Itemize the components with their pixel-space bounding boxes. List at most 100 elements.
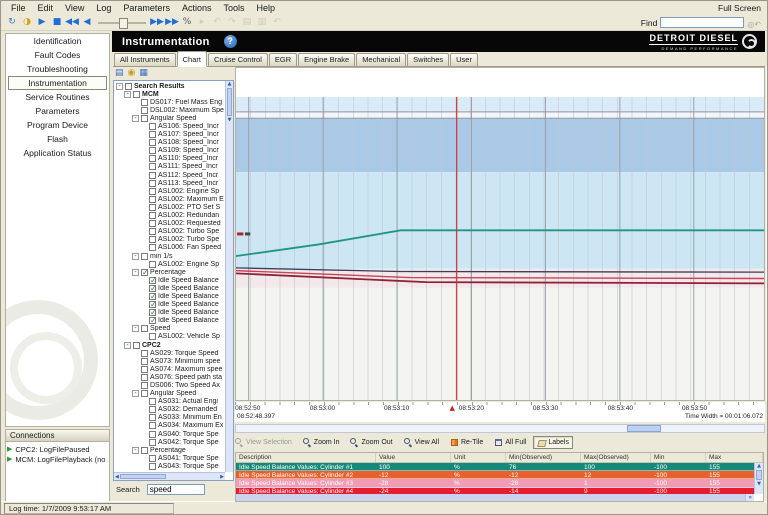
checkbox[interactable] <box>149 285 156 292</box>
checkbox[interactable] <box>149 277 156 284</box>
tree-item[interactable]: DS017: Fuel Mass Eng <box>114 98 225 106</box>
playback-speed-icon[interactable]: % <box>180 16 194 29</box>
tree-item[interactable]: ASL002: PTO Set S <box>114 203 225 211</box>
sidebar-item-instrumentation[interactable]: Instrumentation <box>8 76 107 90</box>
checkbox[interactable] <box>149 228 156 235</box>
tree-item[interactable]: AS033: Minimum En <box>114 414 225 422</box>
checkbox[interactable] <box>149 180 156 187</box>
undo-icon[interactable]: ↶ <box>270 16 284 29</box>
tree-horizontal-scrollbar[interactable]: ◀▶ <box>114 472 225 480</box>
checkbox[interactable] <box>141 374 148 381</box>
chart-plot[interactable] <box>236 97 764 400</box>
checkbox[interactable] <box>149 204 156 211</box>
checkbox[interactable] <box>149 317 156 324</box>
table-row[interactable]: Idle Speed Balance Values: Cylinder #2 -… <box>236 471 754 479</box>
checkbox[interactable] <box>141 269 148 276</box>
checkbox[interactable] <box>149 196 156 203</box>
checkbox[interactable] <box>141 325 148 332</box>
copy-chart-icon[interactable]: ▤ <box>115 68 124 79</box>
sidebar-item-fault-codes[interactable]: Fault Codes <box>6 48 109 62</box>
menu-edit[interactable]: Edit <box>32 2 60 14</box>
checkbox[interactable] <box>149 147 156 154</box>
tree-item[interactable]: AS041: Torque Spe <box>114 454 225 462</box>
checkbox[interactable] <box>141 447 148 454</box>
scroll-right-icon[interactable]: » <box>745 494 754 501</box>
menu-file[interactable]: File <box>5 2 32 14</box>
tab-user[interactable]: User <box>450 53 478 66</box>
checkbox[interactable] <box>149 131 156 138</box>
tree-item[interactable]: AS107: Speed_Incr <box>114 131 225 139</box>
checkbox[interactable] <box>149 431 156 438</box>
checkbox[interactable] <box>141 99 148 106</box>
checkbox[interactable] <box>133 342 140 349</box>
find-input[interactable] <box>660 17 744 28</box>
tree-vertical-scrollbar[interactable]: ▲▼ <box>225 81 233 472</box>
checkbox[interactable] <box>149 463 156 470</box>
checkbox[interactable] <box>149 398 156 405</box>
checkbox[interactable] <box>149 455 156 462</box>
tree-item[interactable]: Idle Speed Balance <box>114 309 225 317</box>
checkbox[interactable] <box>141 366 148 373</box>
tree-item[interactable]: - CPC2 <box>114 341 225 349</box>
checkbox[interactable] <box>149 172 156 179</box>
copy-icon[interactable]: ▤ <box>240 16 254 29</box>
play-icon[interactable]: ▶ <box>35 16 49 29</box>
tree-item[interactable]: AS113: Speed_Incr <box>114 179 225 187</box>
rewind-icon[interactable]: ◀ <box>80 16 94 29</box>
tree-item[interactable]: ASL002: Engine Sp <box>114 187 225 195</box>
checkbox[interactable] <box>149 406 156 413</box>
tree-item[interactable]: AS031: Actual Engi <box>114 398 225 406</box>
sidebar-item-parameters[interactable]: Parameters <box>6 104 109 118</box>
tree-item[interactable]: - Speed <box>114 325 225 333</box>
checkbox[interactable] <box>149 220 156 227</box>
scroll-thumb[interactable] <box>627 425 661 432</box>
scroll-left-icon[interactable]: ◀ <box>115 474 119 480</box>
expander-icon[interactable]: - <box>132 325 139 332</box>
fast-forward-icon[interactable]: ▶▶ <box>150 16 164 29</box>
chart-panel[interactable] <box>235 67 765 401</box>
scroll-right-icon[interactable]: ▶ <box>220 474 224 480</box>
checkbox[interactable] <box>149 422 156 429</box>
tree-item[interactable]: AS106: Speed_Incr <box>114 122 225 130</box>
expander-icon[interactable]: - <box>132 269 139 276</box>
help-icon[interactable]: ? <box>224 35 237 48</box>
column-header[interactable]: Unit <box>451 453 506 462</box>
view-selection-button[interactable]: View Selection <box>231 436 296 449</box>
checkbox[interactable] <box>141 390 148 397</box>
expander-icon[interactable]: - <box>124 342 131 349</box>
checkbox[interactable] <box>141 350 148 357</box>
nav-forward-icon[interactable]: ↷ <box>225 16 239 29</box>
checkbox[interactable] <box>149 155 156 162</box>
checkbox[interactable] <box>149 163 156 170</box>
checkbox[interactable] <box>133 91 140 98</box>
tree-item[interactable]: DS006: Two Speed Ax <box>114 381 225 389</box>
tab-engine-brake[interactable]: Engine Brake <box>298 53 355 66</box>
table-row[interactable]: Idle Speed Balance Values: Cylinder #1 1… <box>236 463 754 471</box>
chart-horizontal-scrollbar[interactable] <box>235 424 765 433</box>
checkbox[interactable] <box>141 115 148 122</box>
checkbox[interactable] <box>149 301 156 308</box>
tree-item[interactable]: ASL002: Redundan <box>114 212 225 220</box>
stop-icon[interactable]: ■ <box>50 16 64 29</box>
column-header[interactable]: Max(Observed) <box>581 453 651 462</box>
connection-item[interactable]: ▶ CPC2: LogFilePaused <box>7 444 108 454</box>
checkbox[interactable] <box>141 382 148 389</box>
skip-end-icon[interactable]: ▶▶ <box>165 16 179 29</box>
tab-chart[interactable]: Chart <box>177 51 207 67</box>
tab-all-instruments[interactable]: All Instruments <box>114 53 176 66</box>
tree-item[interactable]: - Percentage <box>114 446 225 454</box>
connection-item[interactable]: ▶ MCM: LogFilePlayback (no acti... <box>7 454 108 464</box>
tree-item[interactable]: - Angular Speed <box>114 390 225 398</box>
sidebar-item-program-device[interactable]: Program Device <box>6 118 109 132</box>
sidebar-item-identification[interactable]: Identification <box>6 34 109 48</box>
search-input[interactable] <box>147 484 205 495</box>
menu-tools[interactable]: Tools <box>217 2 250 14</box>
tree-item[interactable]: - MCM <box>114 90 225 98</box>
table-horizontal-scrollbar[interactable]: » <box>236 494 754 501</box>
sidebar-item-application-status[interactable]: Application Status <box>6 146 109 160</box>
skip-start-icon[interactable]: ◀◀ <box>65 16 79 29</box>
expander-icon[interactable]: - <box>116 83 123 90</box>
tree-item[interactable]: AS034: Maximum Ex <box>114 422 225 430</box>
tab-mechanical[interactable]: Mechanical <box>356 53 406 66</box>
playback-position-slider[interactable] <box>95 16 149 29</box>
